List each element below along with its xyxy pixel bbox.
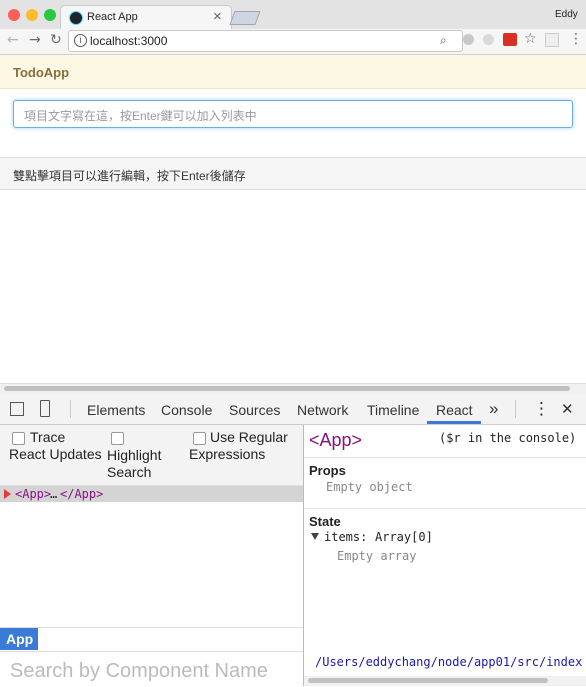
tab-title: React App [87,11,138,23]
browser-titlebar: React App × Eddy [0,0,586,30]
highlight-search-label[interactable]: Highlight Search [107,447,171,481]
state-empty: Empty array [337,549,417,563]
browser-tab[interactable]: React App × [60,5,232,30]
address-bar[interactable]: i localhost:3000 ⌕ [68,30,463,52]
app-title: TodoApp [13,65,70,80]
maximize-window-button[interactable] [44,9,56,21]
tab-console[interactable]: Console [161,402,212,418]
tab-sources[interactable]: Sources [229,402,280,418]
tab-close-icon[interactable]: × [213,8,222,25]
browser-toolbar: ← → ↻ i localhost:3000 ⌕ ☆ ⋮ [0,29,586,55]
forward-icon[interactable]: → [29,32,41,48]
breadcrumb-divider [0,627,303,628]
state-heading: State [309,514,341,529]
toolbar-divider [70,400,71,418]
info-icon[interactable]: i [74,34,87,47]
extension-badge-icon[interactable] [503,33,517,46]
breadcrumb-label: App [6,631,34,647]
props-empty: Empty object [326,480,413,494]
menu-icon[interactable]: ⋮ [569,31,583,47]
profile-name[interactable]: Eddy [555,9,578,20]
extension-icon[interactable] [463,34,474,45]
tab-network[interactable]: Network [297,402,348,418]
tree-row[interactable]: <App> … </App> [0,486,303,502]
regex-label[interactable]: Use Regular Expressions [189,429,299,463]
highlight-search-checkbox[interactable] [111,432,124,445]
inspect-element-icon[interactable] [10,402,24,416]
state-value: Array[0] [375,530,433,544]
extension-icon[interactable] [545,33,559,47]
trace-updates-label[interactable]: Trace React Updates [9,429,105,463]
console-hint: ($r in the console) [439,431,577,445]
new-tab-button[interactable] [229,11,261,25]
react-inspector-pane: <App> ($r in the console) Props Empty ob… [304,425,586,686]
react-favicon-icon [69,11,83,25]
react-options-bar: Trace React Updates Highlight Search Use… [0,425,303,486]
more-tabs-icon[interactable]: » [489,399,498,419]
component-search-input[interactable]: Search by Component Name [0,651,303,687]
app-header-panel: TodoApp [0,55,586,89]
inspector-scrollbar[interactable] [304,676,586,686]
collapse-arrow-icon[interactable] [311,533,319,540]
tab-timeline[interactable]: Timeline [367,402,419,418]
bookmark-star-icon[interactable]: ☆ [524,31,537,47]
tree-close-tag[interactable]: </App> [60,487,103,501]
close-devtools-icon[interactable]: ✕ [561,400,574,418]
todo-input-placeholder: 項目文字寫在這，按Enter鍵可以加入列表中 [24,109,257,123]
back-icon[interactable]: ← [7,32,19,48]
reload-icon[interactable]: ↻ [50,32,62,48]
device-mode-icon[interactable] [40,400,50,417]
scrollbar-thumb[interactable] [4,386,570,391]
scrollbar-thumb[interactable] [308,678,548,683]
app-footer-panel: 雙點擊項目可以進行編輯，按下Enter後儲存 [0,157,586,190]
zoom-icon[interactable]: ⌕ [440,33,447,48]
active-tab-indicator [427,421,481,424]
source-path-link[interactable]: /Users/eddychang/node/app01/src/index [315,655,582,669]
section-divider [304,457,586,458]
tab-react[interactable]: React [436,402,473,418]
inspected-component: <App> [309,430,363,450]
close-window-button[interactable] [8,9,20,21]
url-text[interactable]: localhost:3000 [90,34,167,48]
devtools-toolbar: Elements Console Sources Network Timelin… [0,394,586,425]
section-divider [304,508,586,509]
extension-icon[interactable] [483,34,494,45]
breadcrumb-app[interactable]: App [0,628,38,650]
search-placeholder: Search by Component Name [10,660,268,682]
page-horizontal-scrollbar[interactable] [0,383,586,394]
react-tree-pane: Trace React Updates Highlight Search Use… [0,425,303,687]
state-key[interactable]: items: [324,530,367,544]
devtools-menu-icon[interactable]: ⋮ [533,399,550,419]
tab-elements[interactable]: Elements [87,402,145,418]
tree-ellipsis: … [50,487,58,501]
minimize-window-button[interactable] [26,9,38,21]
tree-open-tag[interactable]: <App> [15,487,51,501]
props-heading: Props [309,463,346,478]
toolbar-divider [515,400,516,418]
todo-input[interactable]: 項目文字寫在這，按Enter鍵可以加入列表中 [13,100,573,128]
footer-note: 雙點擊項目可以進行編輯，按下Enter後儲存 [13,169,246,183]
expand-arrow-icon[interactable] [4,489,11,499]
